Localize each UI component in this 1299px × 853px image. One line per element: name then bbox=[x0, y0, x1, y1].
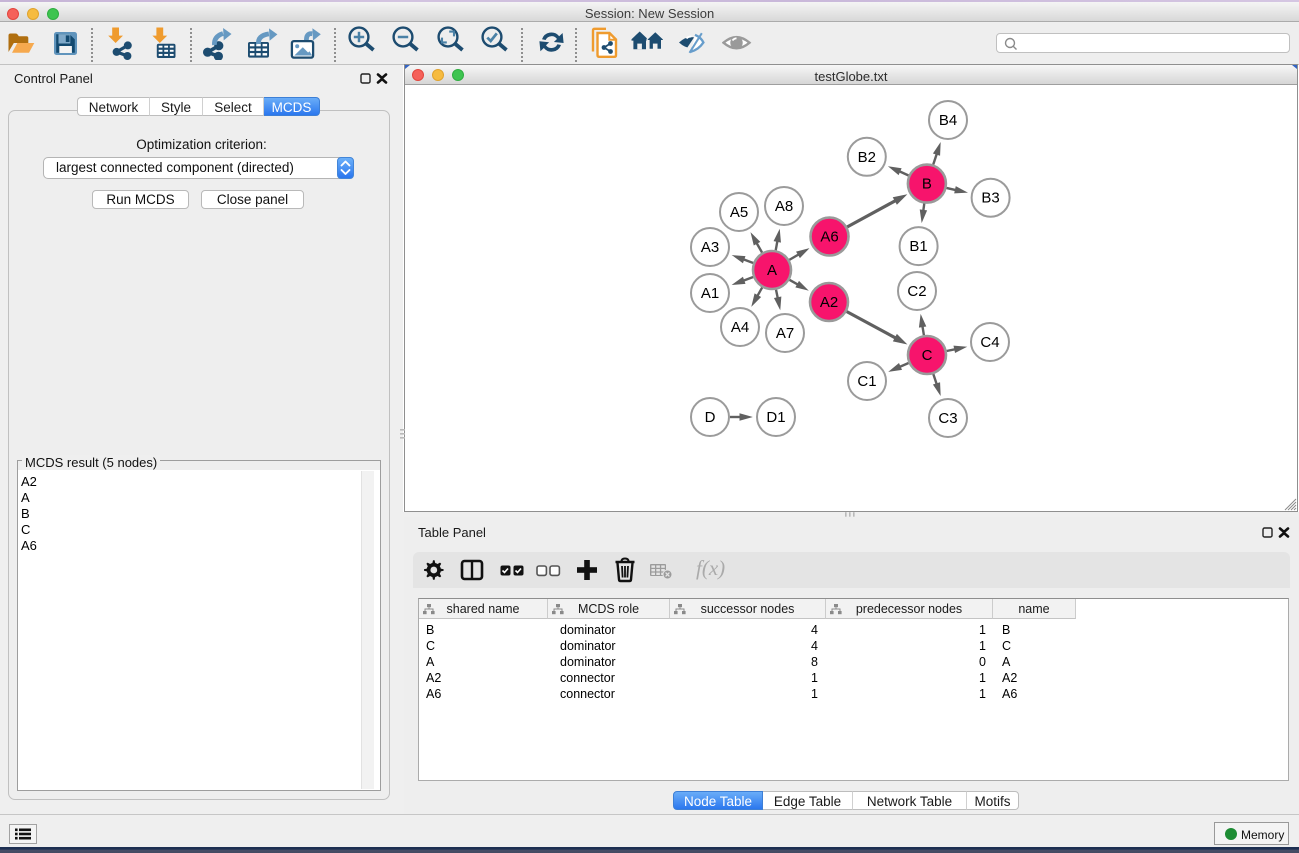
svg-text:B: B bbox=[922, 176, 932, 193]
svg-text:D1: D1 bbox=[766, 409, 785, 426]
svg-text:D: D bbox=[705, 409, 716, 426]
svg-text:B3: B3 bbox=[981, 190, 999, 207]
svg-text:A4: A4 bbox=[731, 319, 749, 336]
svg-text:A6: A6 bbox=[820, 229, 838, 246]
svg-text:A7: A7 bbox=[776, 325, 794, 342]
svg-text:A5: A5 bbox=[730, 204, 748, 221]
svg-text:A8: A8 bbox=[775, 198, 793, 215]
svg-text:B1: B1 bbox=[909, 238, 927, 255]
svg-text:C: C bbox=[922, 347, 933, 364]
svg-text:A3: A3 bbox=[701, 239, 719, 256]
svg-text:C2: C2 bbox=[907, 283, 926, 300]
svg-text:C3: C3 bbox=[938, 410, 957, 427]
svg-text:A1: A1 bbox=[701, 285, 719, 302]
svg-text:C4: C4 bbox=[980, 334, 999, 351]
svg-text:B4: B4 bbox=[939, 112, 957, 129]
svg-text:A: A bbox=[767, 262, 777, 279]
svg-text:C1: C1 bbox=[857, 373, 876, 390]
svg-text:B2: B2 bbox=[858, 149, 876, 166]
svg-text:A2: A2 bbox=[820, 294, 838, 311]
